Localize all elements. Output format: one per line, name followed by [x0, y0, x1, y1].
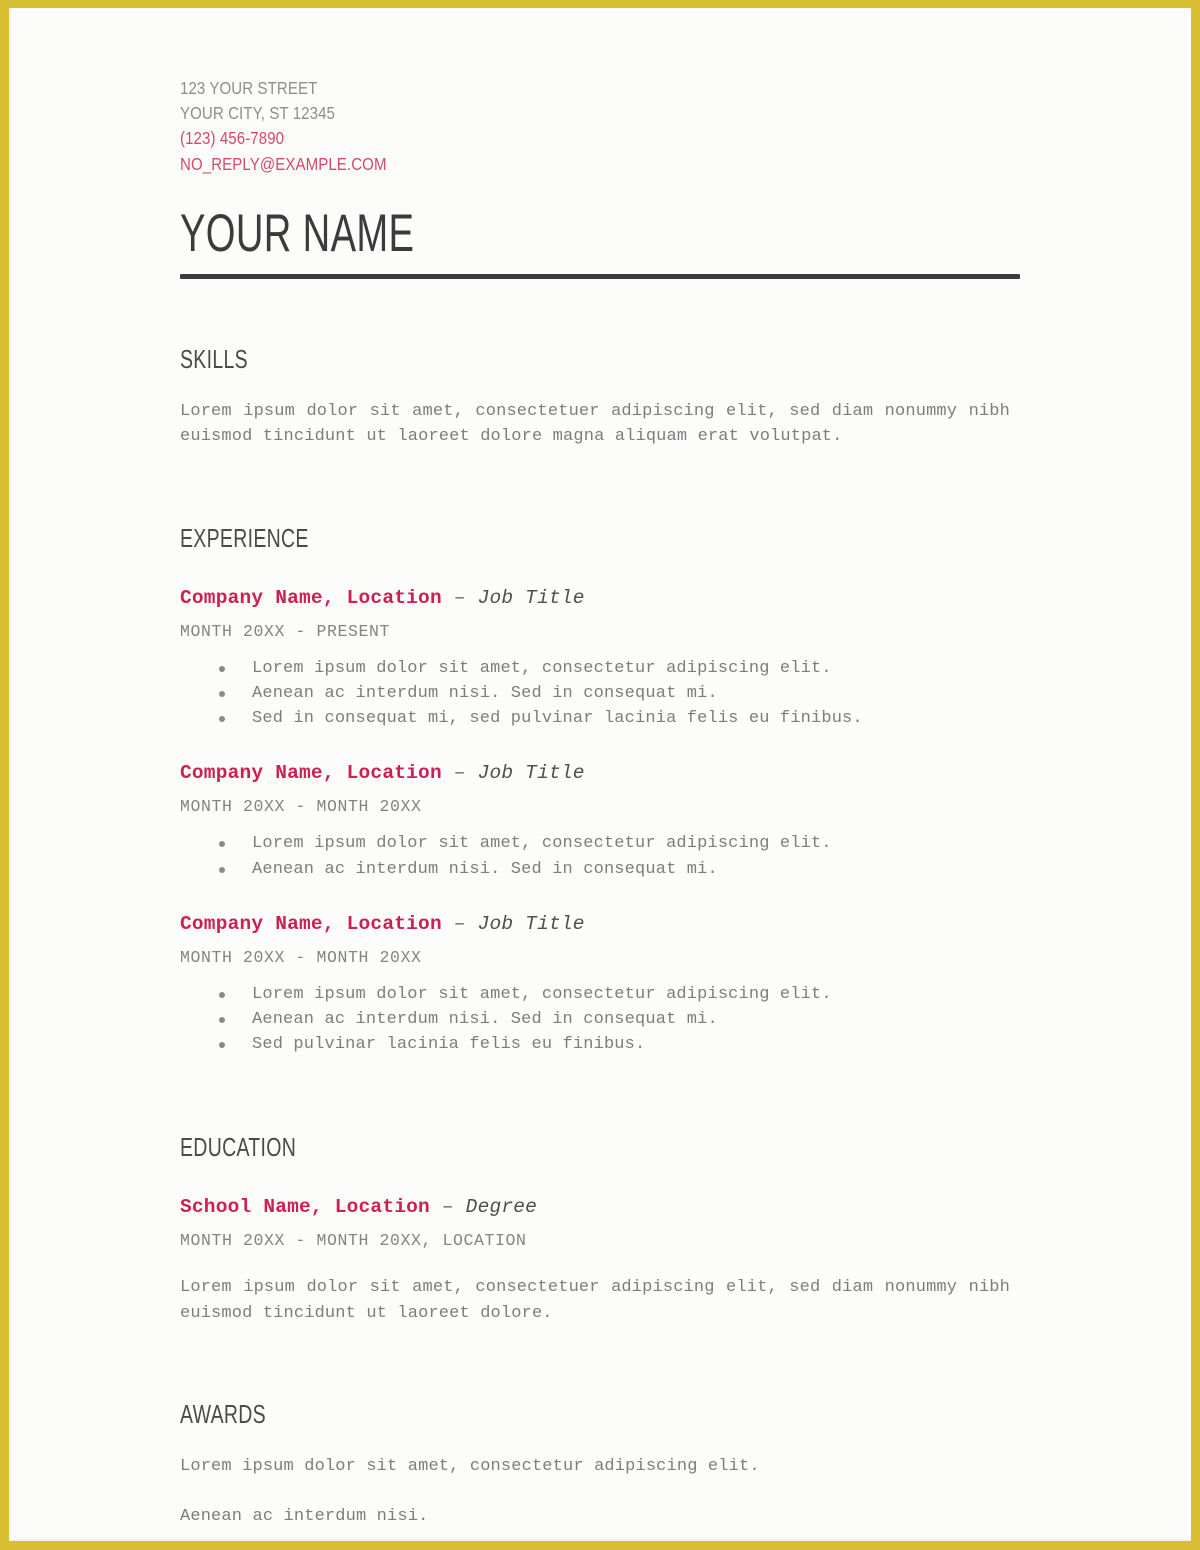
section-skills: SKILLS Lorem ipsum dolor sit amet, conse…: [180, 345, 1020, 450]
section-experience: EXPERIENCE Company Name, Location – Job …: [180, 524, 1020, 1058]
experience-entry: Company Name, Location – Job Title MONTH…: [180, 912, 1020, 1058]
experience-bullet: Lorem ipsum dolor sit amet, consectetur …: [180, 831, 1020, 856]
experience-entry-title: Company Name, Location – Job Title: [180, 912, 1020, 936]
header-divider-rule: [180, 273, 1020, 279]
education-school: School Name, Location: [180, 1196, 430, 1219]
page-watermark: resume templates for google docs: [39, 1493, 245, 1508]
contact-block: 123 YOUR STREET YOUR CITY, ST 12345 (123…: [180, 76, 1018, 177]
experience-bullet: Sed in consequat mi, sed pulvinar lacini…: [180, 706, 1020, 731]
education-degree: Degree: [465, 1196, 538, 1219]
award-line: Lorem ipsum dolor sit amet, consectetur …: [180, 1457, 760, 1477]
experience-dates: MONTH 20XX - PRESENT: [180, 621, 391, 641]
experience-bullet: Aenean ac interdum nisi. Sed in consequa…: [180, 681, 1020, 706]
experience-dates: MONTH 20XX - MONTH 20XX: [180, 947, 422, 967]
section-education: EDUCATION School Name, Location – Degree…: [180, 1133, 1020, 1326]
skills-paragraph: Lorem ipsum dolor sit amet, consectetuer…: [180, 401, 1010, 447]
contact-city-state-zip: YOUR CITY, ST 12345: [180, 103, 336, 124]
section-awards: AWARDS Lorem ipsum dolor sit amet, conse…: [180, 1400, 1020, 1528]
contact-phone-link[interactable]: (123) 456-7890: [180, 126, 1018, 151]
contact-street: 123 YOUR STREET: [180, 78, 318, 98]
experience-org: Company Name, Location: [180, 912, 442, 935]
education-entry-title: School Name, Location – Degree: [180, 1195, 1020, 1219]
section-heading-awards: AWARDS: [180, 1399, 266, 1430]
experience-bullet: Aenean ac interdum nisi. Sed in consequa…: [180, 1007, 1020, 1032]
section-heading-skills: SKILLS: [180, 343, 248, 374]
experience-entry-title: Company Name, Location – Job Title: [180, 761, 1020, 785]
experience-separator: –: [441, 912, 478, 935]
experience-entry: Company Name, Location – Job Title MONTH…: [180, 586, 1020, 732]
section-heading-education: EDUCATION: [180, 1132, 297, 1163]
experience-entry-title: Company Name, Location – Job Title: [180, 586, 1020, 610]
experience-entry: Company Name, Location – Job Title MONTH…: [180, 761, 1020, 881]
experience-role: Job Title: [477, 586, 585, 609]
experience-role: Job Title: [477, 762, 585, 785]
education-entry: School Name, Location – Degree MONTH 20X…: [180, 1195, 1020, 1326]
experience-bullet: Sed pulvinar lacinia felis eu finibus.: [180, 1032, 1020, 1057]
experience-separator: –: [441, 586, 478, 609]
experience-org: Company Name, Location: [180, 762, 442, 785]
experience-bullet: Aenean ac interdum nisi. Sed in consequa…: [180, 857, 1020, 882]
section-heading-experience: EXPERIENCE: [180, 522, 309, 553]
candidate-name: YOUR NAME: [180, 203, 415, 263]
contact-email-link[interactable]: NO_REPLY@EXAMPLE.COM: [180, 152, 1018, 177]
education-dates: MONTH 20XX - MONTH 20XX, LOCATION: [180, 1231, 527, 1251]
experience-bullet-list: Lorem ipsum dolor sit amet, consectetur …: [180, 831, 1020, 881]
experience-bullet-list: Lorem ipsum dolor sit amet, consectetur …: [180, 656, 1020, 732]
experience-separator: –: [441, 762, 478, 785]
experience-bullet: Lorem ipsum dolor sit amet, consectetur …: [180, 982, 1020, 1007]
award-line: Aenean ac interdum nisi.: [180, 1506, 429, 1526]
experience-role: Job Title: [477, 912, 585, 935]
resume-page: 123 YOUR STREET YOUR CITY, ST 12345 (123…: [9, 8, 1191, 1541]
experience-org: Company Name, Location: [180, 586, 442, 609]
experience-dates: MONTH 20XX - MONTH 20XX: [180, 797, 422, 817]
resume-content: 123 YOUR STREET YOUR CITY, ST 12345 (123…: [180, 76, 1020, 1529]
education-separator: –: [429, 1196, 466, 1219]
experience-bullet-list: Lorem ipsum dolor sit amet, consectetur …: [180, 982, 1020, 1058]
experience-bullet: Lorem ipsum dolor sit amet, consectetur …: [180, 656, 1020, 681]
education-paragraph: Lorem ipsum dolor sit amet, consectetuer…: [180, 1278, 1010, 1323]
